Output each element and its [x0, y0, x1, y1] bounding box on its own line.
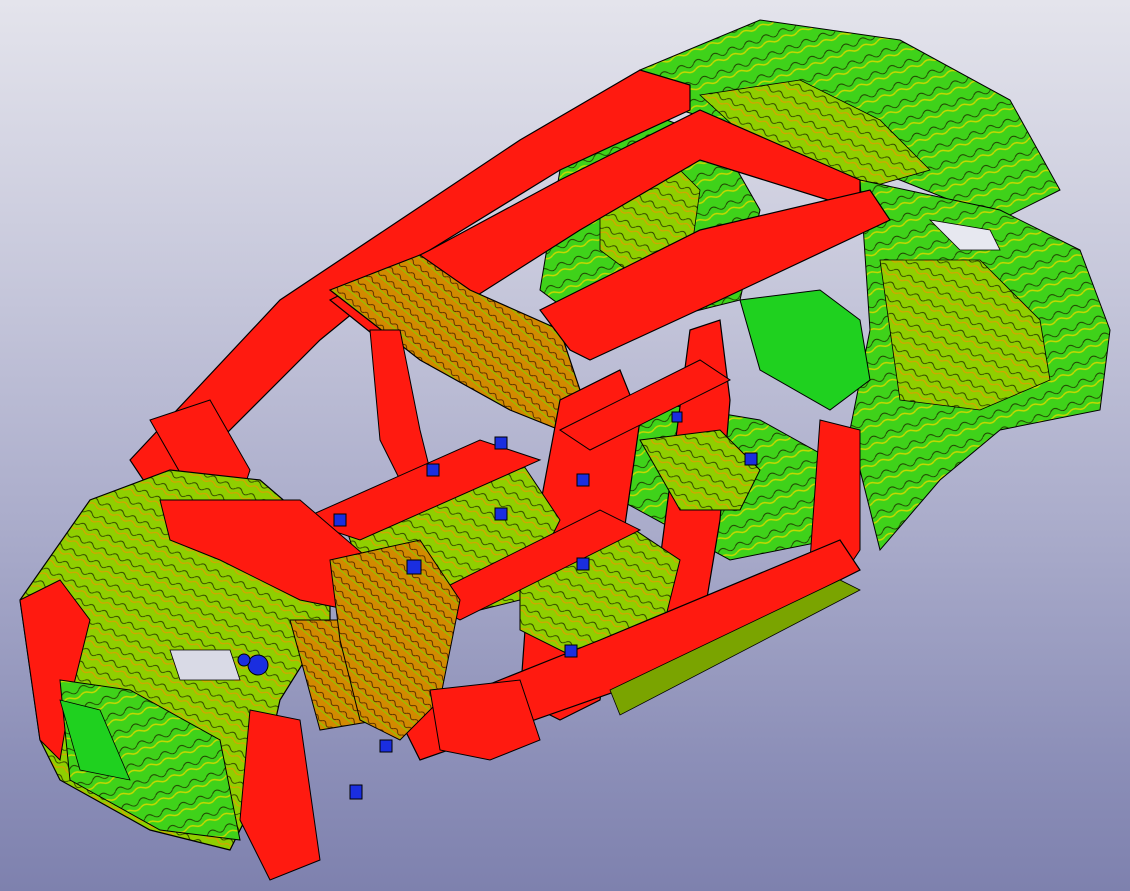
marker-icon — [671, 411, 683, 423]
car-body-model[interactable] — [0, 0, 1130, 891]
marker-icon — [494, 507, 508, 521]
marker-icon — [333, 513, 347, 527]
marker-icon — [247, 654, 269, 676]
marker-icon — [379, 739, 393, 753]
marker-icon — [406, 559, 422, 575]
marker-icon — [426, 463, 440, 477]
rear-body-panel — [849, 179, 1111, 552]
marker-icon — [237, 653, 251, 667]
marker-icon — [576, 473, 590, 487]
marker-icon — [744, 452, 758, 466]
marker-icon — [349, 784, 363, 800]
fea-viewport[interactable] — [0, 0, 1130, 891]
marker-icon — [564, 644, 578, 658]
marker-icon — [576, 557, 590, 571]
marker-icon — [494, 436, 508, 450]
